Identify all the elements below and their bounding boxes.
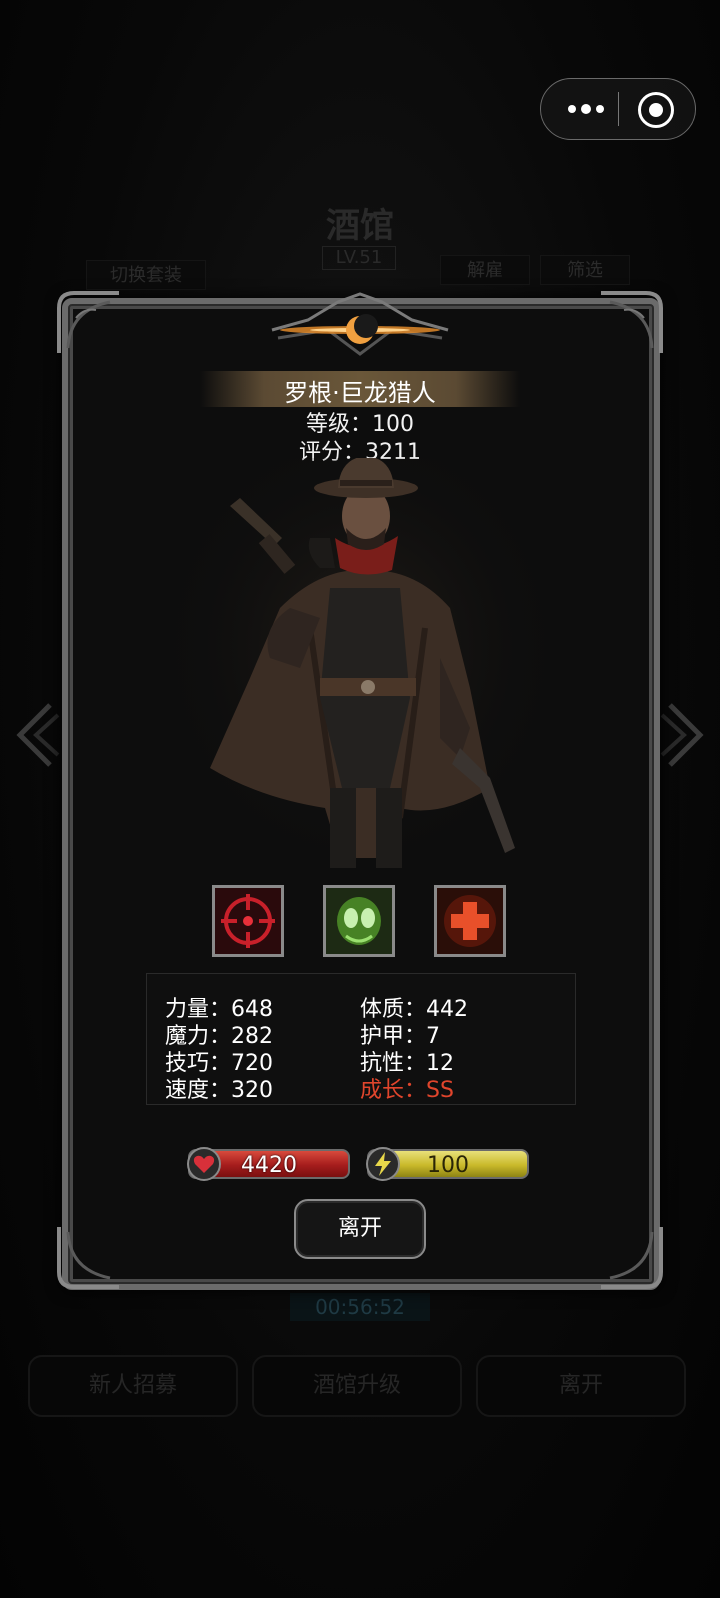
hero-name: 罗根·巨龙猎人: [284, 379, 436, 407]
ornament-corner-icon: [57, 1227, 119, 1289]
skill-slot-2[interactable]: [323, 885, 395, 957]
bg-dismiss-button: 解雇: [440, 255, 530, 285]
green-beast-icon: [326, 888, 392, 954]
bg-tavern-title: 酒馆: [326, 206, 394, 246]
skill-slot-3[interactable]: [434, 885, 506, 957]
bg-upgrade-button: 酒馆升级: [252, 1355, 462, 1417]
bg-recruit-button: 新人招募: [28, 1355, 238, 1417]
red-cross-icon: [437, 888, 503, 954]
hero-portrait: [170, 458, 550, 878]
ornament-corner-icon: [601, 291, 663, 353]
next-hero-arrow-icon[interactable]: [660, 700, 710, 770]
more-menu-icon[interactable]: [561, 93, 611, 125]
bg-leave-button: 离开: [476, 1355, 686, 1417]
bg-tavern-level: LV.51: [322, 246, 396, 270]
close-program-icon[interactable]: [638, 92, 674, 128]
bg-timer: 00:56:52: [290, 1293, 430, 1321]
stat-growth: 成长：SS: [360, 1078, 454, 1103]
bg-filter-button: 筛选: [540, 255, 630, 285]
stat-speed: 速度：320: [165, 1078, 273, 1103]
mini-program-capsule: [540, 78, 696, 140]
moon-crest-icon: [271, 292, 449, 356]
crosshair-icon: [215, 888, 281, 954]
heart-icon: [187, 1147, 221, 1181]
capsule-divider: [618, 92, 619, 126]
leave-button[interactable]: 离开: [294, 1199, 426, 1259]
skill-slot-1[interactable]: [212, 885, 284, 957]
ornament-corner-icon: [57, 291, 119, 353]
ornament-corner-icon: [601, 1227, 663, 1289]
previous-hero-arrow-icon[interactable]: [10, 700, 60, 770]
lightning-icon: [366, 1147, 400, 1181]
bg-switch-outfit-button: 切换套装: [86, 260, 206, 290]
